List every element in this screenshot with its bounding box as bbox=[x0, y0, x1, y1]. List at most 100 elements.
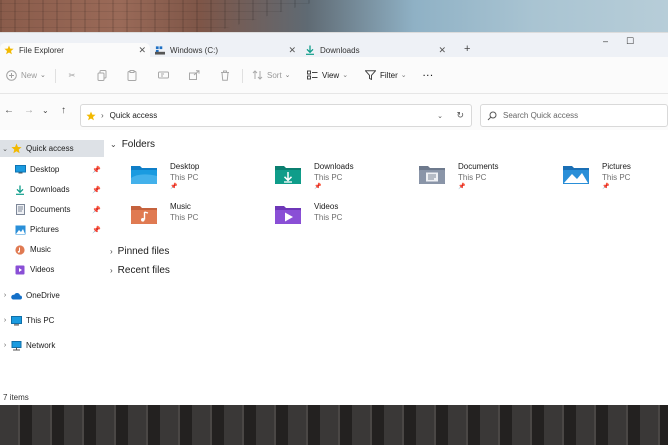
nav-music[interactable]: Music bbox=[0, 241, 104, 258]
search-input[interactable]: Search Quick access bbox=[503, 111, 578, 120]
nav-label: This PC bbox=[26, 316, 55, 325]
plus-circle-icon bbox=[5, 69, 17, 81]
folder-name: Desktop bbox=[170, 162, 200, 171]
music-icon bbox=[14, 244, 26, 256]
pin-icon: 📌 bbox=[602, 184, 610, 190]
new-button[interactable]: New ⌄ bbox=[5, 67, 46, 83]
desktop-background-bottom bbox=[0, 405, 668, 445]
folder-videos[interactable]: Videos This PC bbox=[260, 200, 400, 230]
folder-location: This PC bbox=[458, 173, 487, 182]
folder-documents[interactable]: Documents This PC 📌 bbox=[404, 160, 544, 190]
cut-icon: ✂ bbox=[68, 70, 76, 80]
recent-locations-button[interactable]: ⌄ bbox=[42, 106, 49, 115]
pin-icon: 📌 bbox=[92, 186, 101, 194]
pinned-files-section-header[interactable]: › Pinned files bbox=[110, 246, 169, 257]
cloud-icon bbox=[10, 290, 22, 302]
file-explorer-window: File Explorer ✕ Windows (C:) ✕ Downloads… bbox=[0, 32, 668, 405]
close-tab-icon[interactable]: ✕ bbox=[438, 45, 446, 56]
tab-bar: File Explorer ✕ Windows (C:) ✕ Downloads… bbox=[0, 33, 668, 57]
filter-button[interactable]: Filter ⌄ bbox=[364, 67, 407, 83]
chevron-right-icon[interactable]: › bbox=[0, 317, 10, 324]
cut-button[interactable]: ✂ bbox=[66, 67, 82, 83]
nav-documents[interactable]: Documents 📌 bbox=[0, 201, 104, 218]
tab-windows-c[interactable]: Windows (C:) ✕ bbox=[155, 43, 300, 57]
folder-pictures[interactable]: Pictures This PC 📌 bbox=[548, 160, 668, 190]
new-label: New bbox=[21, 70, 38, 80]
close-tab-icon[interactable]: ✕ bbox=[288, 45, 296, 56]
documents-icon bbox=[14, 204, 26, 216]
nav-network[interactable]: › Network bbox=[0, 337, 104, 354]
copy-icon bbox=[96, 69, 108, 81]
filter-label: Filter bbox=[380, 70, 398, 80]
delete-button[interactable] bbox=[219, 67, 235, 83]
videos-icon bbox=[14, 264, 26, 276]
view-icon bbox=[306, 69, 318, 81]
more-options-button[interactable]: ··· bbox=[423, 67, 434, 83]
share-button[interactable] bbox=[188, 67, 204, 83]
back-button[interactable]: ← bbox=[4, 105, 14, 116]
nav-label: OneDrive bbox=[26, 291, 60, 300]
copy-button[interactable] bbox=[96, 67, 112, 83]
chevron-down-icon[interactable]: ⌄ bbox=[0, 145, 10, 153]
search-icon bbox=[487, 111, 497, 121]
section-title: Folders bbox=[121, 139, 156, 150]
pin-icon: 📌 bbox=[92, 226, 101, 234]
rename-button[interactable] bbox=[157, 67, 173, 83]
nav-downloads[interactable]: Downloads 📌 bbox=[0, 181, 104, 198]
forward-button[interactable]: → bbox=[24, 105, 34, 116]
pin-icon: 📌 bbox=[458, 184, 466, 190]
nav-label: Videos bbox=[30, 265, 55, 274]
folder-name: Pictures bbox=[602, 162, 631, 171]
divider bbox=[242, 69, 243, 83]
desktop-icon bbox=[14, 164, 26, 176]
nav-this-pc[interactable]: › This PC bbox=[0, 312, 104, 329]
nav-videos[interactable]: Videos bbox=[0, 261, 104, 278]
tab-file-explorer[interactable]: File Explorer ✕ bbox=[0, 43, 150, 57]
section-title: Recent files bbox=[117, 265, 170, 276]
folder-location: This PC bbox=[602, 173, 631, 182]
folder-desktop[interactable]: Desktop This PC 📌 bbox=[116, 160, 256, 190]
address-bar[interactable]: › Quick access ⌄ ↻ bbox=[80, 104, 472, 127]
folder-music[interactable]: Music This PC bbox=[116, 200, 256, 230]
star-icon bbox=[10, 143, 22, 155]
nav-quick-access[interactable]: ⌄ Quick access bbox=[0, 140, 104, 157]
folder-downloads[interactable]: Downloads This PC 📌 bbox=[260, 160, 400, 190]
view-button[interactable]: View ⌄ bbox=[306, 67, 348, 83]
minimize-button[interactable]: – bbox=[603, 36, 608, 46]
address-dropdown-icon[interactable]: ⌄ bbox=[437, 112, 443, 120]
folder-location: This PC bbox=[314, 173, 343, 182]
downloads-folder-icon bbox=[275, 166, 301, 184]
address-row: ← → ⌄ ↑ › Quick access ⌄ ↻ Search Quick … bbox=[0, 94, 668, 130]
sort-button[interactable]: Sort ⌄ bbox=[251, 67, 291, 83]
share-icon bbox=[188, 69, 200, 81]
pin-icon: 📌 bbox=[314, 184, 322, 190]
download-icon bbox=[14, 184, 26, 196]
new-tab-button[interactable]: + bbox=[464, 43, 470, 55]
folder-name: Documents bbox=[458, 162, 499, 171]
nav-desktop[interactable]: Desktop 📌 bbox=[0, 161, 104, 178]
up-button[interactable]: ↑ bbox=[61, 105, 66, 116]
search-box[interactable]: Search Quick access bbox=[480, 104, 668, 127]
divider bbox=[55, 69, 56, 83]
chevron-right-icon[interactable]: › bbox=[0, 292, 10, 299]
folder-name: Music bbox=[170, 202, 191, 211]
chevron-down-icon: ⌄ bbox=[110, 140, 117, 149]
breadcrumb-quick-access[interactable]: Quick access bbox=[110, 111, 158, 120]
tab-downloads[interactable]: Downloads ✕ bbox=[305, 43, 450, 57]
folders-section-header[interactable]: ⌄ Folders bbox=[110, 139, 155, 150]
tab-label: Downloads bbox=[320, 45, 360, 55]
chevron-down-icon: ⌄ bbox=[284, 72, 291, 79]
nav-pictures[interactable]: Pictures 📌 bbox=[0, 221, 104, 238]
maximize-button[interactable]: ☐ bbox=[626, 36, 634, 47]
recent-files-section-header[interactable]: › Recent files bbox=[110, 265, 170, 276]
trash-icon bbox=[219, 69, 231, 81]
tab-label: File Explorer bbox=[19, 45, 64, 55]
chevron-right-icon[interactable]: › bbox=[0, 342, 10, 349]
close-tab-icon[interactable]: ✕ bbox=[138, 45, 146, 56]
nav-onedrive[interactable]: › OneDrive bbox=[0, 287, 104, 304]
paste-button[interactable] bbox=[126, 67, 142, 83]
nav-label: Pictures bbox=[30, 225, 59, 234]
nav-label: Documents bbox=[30, 205, 71, 214]
refresh-icon[interactable]: ↻ bbox=[456, 110, 464, 121]
pictures-icon bbox=[14, 224, 26, 236]
